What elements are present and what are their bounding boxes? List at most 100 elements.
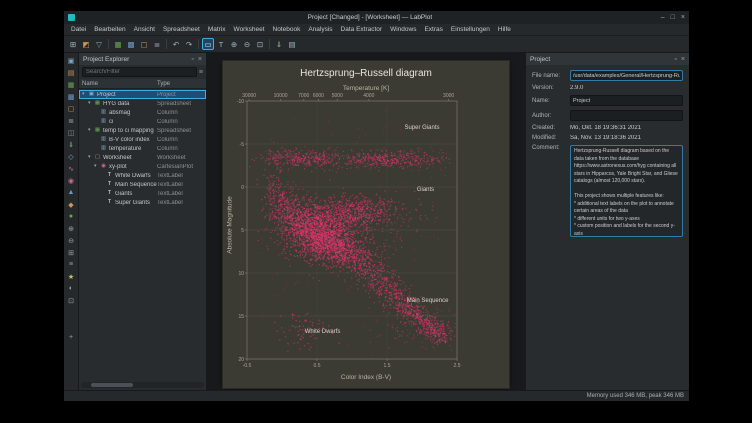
new-bar-plot-icon[interactable]: ◆: [66, 199, 77, 210]
close-panel-icon[interactable]: ×: [198, 56, 202, 63]
menu-extras[interactable]: Extras: [420, 26, 446, 33]
tree-row-b-v-color-index[interactable]: ▥B-V color indexColumn: [79, 135, 206, 144]
author-input[interactable]: [570, 110, 683, 121]
file-name-input[interactable]: [570, 70, 683, 81]
menu-einstellungen[interactable]: Einstellungen: [447, 26, 494, 33]
float-panel-icon[interactable]: ▫: [674, 56, 676, 63]
menu-bearbeiten[interactable]: Bearbeiten: [90, 26, 129, 33]
import-file-icon[interactable]: ⇓: [66, 139, 77, 150]
properties-tool-icon[interactable]: ≡: [66, 259, 77, 270]
menu-worksheet[interactable]: Worksheet: [230, 26, 269, 33]
menu-spreadsheet[interactable]: Spreadsheet: [159, 26, 204, 33]
menu-ansicht[interactable]: Ansicht: [130, 26, 159, 33]
zoom-fit-icon[interactable]: ⊡: [254, 38, 266, 50]
hr-scatter-plot[interactable]: [223, 61, 509, 388]
export-tool-icon[interactable]: ⊡: [66, 295, 77, 306]
import-sql-icon[interactable]: ◇: [66, 151, 77, 162]
new-worksheet-icon[interactable]: ▢: [66, 103, 77, 114]
tree-item-type: Spreadsheet: [157, 128, 203, 134]
top-axis-label[interactable]: Temperature [K]: [223, 85, 509, 92]
menu-analysis[interactable]: Analysis: [304, 26, 336, 33]
open-project-icon[interactable]: ◩: [80, 38, 92, 50]
favorites-icon[interactable]: ★: [66, 271, 77, 282]
title-bar[interactable]: Project [Changed] - [Worksheet] — LabPlo…: [64, 11, 689, 24]
name-input[interactable]: [570, 95, 683, 106]
new-workbook-icon[interactable]: ▤: [66, 67, 77, 78]
tree-row-temperature[interactable]: ▥temperatureColumn: [79, 144, 206, 153]
new-matrix-icon[interactable]: ▩: [66, 91, 77, 102]
y-axis-label[interactable]: Absolute Magnitude: [227, 196, 234, 253]
tree-row-hyg-data[interactable]: ▾▦HYG dataSpreadsheet: [79, 99, 206, 108]
minimize-button[interactable]: –: [661, 14, 665, 21]
close-panel-icon[interactable]: ×: [681, 56, 685, 63]
print-icon[interactable]: ▤: [286, 38, 298, 50]
text-label-mode-icon[interactable]: T: [215, 38, 227, 50]
export-icon[interactable]: ⇓: [273, 38, 285, 50]
new-spreadsheet-icon[interactable]: ▦: [112, 38, 124, 50]
tree-row-main-sequence[interactable]: TMain SequenceTextLabel: [79, 180, 206, 189]
plot-title[interactable]: Hertzsprung–Russell diagram: [223, 68, 509, 79]
tree-row-worksheet[interactable]: ▾▢WorksheetWorksheet: [79, 153, 206, 162]
menu-matrix[interactable]: Matrix: [204, 26, 230, 33]
pan-tool-icon[interactable]: +: [66, 332, 77, 343]
maximize-button[interactable]: □: [671, 14, 675, 21]
tree-item-type: CartesianPlot: [157, 164, 203, 170]
main-content: ▣▤▦▩▢≣◫⇓◇∿◉▲◆●⊕⊖⊞≡★◐⊡+ Project Explorer …: [64, 53, 689, 390]
menu-windows[interactable]: Windows: [386, 26, 420, 33]
project-explorer-header[interactable]: Project Explorer ▫ ×: [79, 53, 206, 65]
tree-row-temp-to-ci-mapping[interactable]: ▾▦temp to ci mappingSpreadsheet: [79, 126, 206, 135]
search-filter-input[interactable]: [82, 67, 197, 77]
tree-horizontal-scrollbar[interactable]: [81, 382, 204, 388]
status-bar: Memory used 346 MB, peak 346 MB: [64, 390, 689, 401]
tree-row-project[interactable]: ▾▣ProjectProject: [79, 90, 206, 99]
new-box-plot-icon[interactable]: ●: [66, 211, 77, 222]
new-xy-curve-icon[interactable]: ∿: [66, 163, 77, 174]
theme-tool-icon[interactable]: ◐: [66, 283, 77, 294]
redo-icon[interactable]: ↷: [183, 38, 195, 50]
new-spreadsheet-icon[interactable]: ▦: [66, 79, 77, 90]
new-notebook-icon[interactable]: ≣: [151, 38, 163, 50]
scrollbar-thumb[interactable]: [91, 383, 133, 387]
tree-row-giants[interactable]: TGiantsTextLabel: [79, 189, 206, 198]
menu-datei[interactable]: Datei: [67, 26, 90, 33]
menu-data-extractor[interactable]: Data Extractor: [337, 26, 387, 33]
close-button[interactable]: ×: [681, 14, 685, 21]
new-project-icon[interactable]: ⊞: [67, 38, 79, 50]
zoom-out-icon[interactable]: ⊖: [241, 38, 253, 50]
worksheet-page[interactable]: Hertzsprung–Russell diagram Temperature …: [223, 61, 509, 388]
undo-icon[interactable]: ↶: [170, 38, 182, 50]
zoom-in-icon[interactable]: ⊕: [228, 38, 240, 50]
toolbar-separator: [198, 39, 199, 49]
tree-item-name: absmag: [109, 110, 157, 116]
menu-hilfe[interactable]: Hilfe: [494, 26, 515, 33]
comment-textarea[interactable]: Hertzsprung-Russell diagram based on the…: [570, 145, 683, 237]
x-axis-label[interactable]: Color Index (B-V): [223, 374, 509, 381]
new-worksheet-icon[interactable]: ▢: [138, 38, 150, 50]
tree-row-white-dwarfs[interactable]: TWhite DwarfsTextLabel: [79, 171, 206, 180]
tree-row-super-giants[interactable]: TSuper GiantsTextLabel: [79, 198, 206, 207]
labplot-window: Project [Changed] - [Worksheet] — LabPlo…: [63, 10, 690, 402]
filter-options-icon[interactable]: ≡: [199, 69, 203, 76]
new-matrix-icon[interactable]: ▩: [125, 38, 137, 50]
tree-item-type: Spreadsheet: [157, 101, 203, 107]
zoom-out-tool-icon[interactable]: ⊖: [66, 235, 77, 246]
new-folder-icon[interactable]: ▣: [66, 55, 77, 66]
tree-column-headers[interactable]: Name Type: [79, 79, 206, 89]
save-project-icon[interactable]: ▽: [93, 38, 105, 50]
worksheet-view[interactable]: Hertzsprung–Russell diagram Temperature …: [207, 53, 525, 390]
tree-row-ci[interactable]: ▥ciColumn: [79, 117, 206, 126]
menu-notebook[interactable]: Notebook: [269, 26, 305, 33]
new-notebook-icon[interactable]: ≣: [66, 115, 77, 126]
select-mode-icon[interactable]: ▭: [202, 38, 214, 50]
tree-item-type: TextLabel: [157, 182, 203, 188]
new-plot-icon[interactable]: ◉: [66, 175, 77, 186]
tree-row-xy-plot[interactable]: ▾◉xy-plotCartesianPlot: [79, 162, 206, 171]
new-histogram-icon[interactable]: ▲: [66, 187, 77, 198]
tree-row-absmag[interactable]: ▥absmagColumn: [79, 108, 206, 117]
properties-header[interactable]: Project ▫ ×: [526, 53, 689, 65]
field-label-author: Author:: [532, 113, 570, 119]
add-layout-icon[interactable]: ⊞: [66, 247, 77, 258]
zoom-in-tool-icon[interactable]: ⊕: [66, 223, 77, 234]
new-datapicker-icon[interactable]: ◫: [66, 127, 77, 138]
float-panel-icon[interactable]: ▫: [191, 56, 193, 63]
